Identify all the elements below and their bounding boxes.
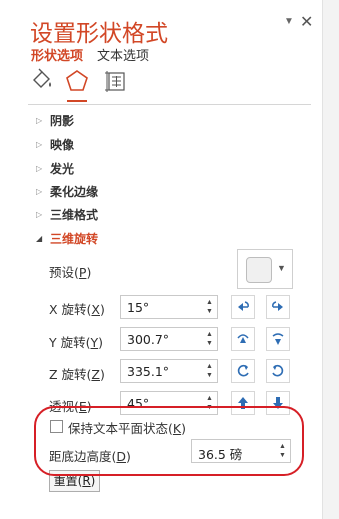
section-label: 柔化边缘 [50, 184, 99, 199]
format-shape-pane: 设置形状格式 ▼ ✕ 形状选项 文本选项 ▷ 阴影 ▷ 映像 ▷ 发光 ▷ 柔化… [0, 0, 322, 519]
expand-arrow-icon: ▷ [36, 139, 43, 149]
rotate-right-button[interactable] [266, 295, 290, 319]
rotate-down-icon [272, 333, 284, 345]
spin-arrows-icon[interactable]: ▲ ▼ [205, 362, 214, 380]
tab-text-options[interactable]: 文本选项 [97, 45, 149, 64]
vertical-scrollbar[interactable] [322, 0, 339, 519]
tab-divider [28, 104, 311, 105]
effects-icon[interactable] [64, 68, 90, 102]
section-label: 发光 [50, 161, 75, 176]
rotate-counterclockwise-icon [237, 364, 249, 377]
close-icon[interactable]: ✕ [300, 12, 313, 32]
pane-options-dropdown[interactable]: ▼ [284, 16, 294, 27]
rotate-clockwise-button[interactable] [266, 359, 290, 383]
rotate-down-button[interactable] [266, 327, 290, 351]
expand-arrow-icon: ▷ [36, 163, 43, 173]
rotate-left-icon [238, 301, 249, 311]
fill-line-icon[interactable] [29, 68, 55, 96]
y-rotation-input[interactable]: 300.7° ▲ ▼ [120, 327, 218, 351]
section-label: 映像 [50, 137, 75, 152]
z-rotation-input[interactable]: 335.1° ▲ ▼ [120, 359, 218, 383]
tab-shape-options[interactable]: 形状选项 [31, 45, 83, 64]
preset-swatch [246, 257, 272, 283]
section-glow[interactable]: ▷ 发光 [36, 158, 74, 178]
expand-arrow-icon: ▷ [36, 186, 43, 196]
collapse-arrow-icon: ◢ [36, 233, 43, 243]
y-rotation-label: Y 旋转(Y) [49, 335, 104, 350]
chevron-down-icon: ▼ [277, 263, 286, 273]
rotate-right-icon [272, 301, 283, 311]
rotate-counterclockwise-button[interactable] [231, 359, 255, 383]
preset-label: 预设(P) [49, 265, 92, 280]
rotate-up-icon [237, 334, 249, 343]
size-properties-icon[interactable] [103, 68, 129, 96]
highlight-annotation [34, 406, 304, 476]
expand-arrow-icon: ▷ [36, 209, 43, 219]
section-3d-rotation[interactable]: ◢ 三维旋转 [36, 228, 98, 248]
preset-dropdown[interactable]: ▼ [237, 249, 293, 289]
section-label: 三维旋转 [50, 231, 99, 246]
pane-title: 设置形状格式 [30, 21, 168, 47]
x-rotation-label: X 旋转(X) [49, 302, 105, 317]
rotate-left-button[interactable] [231, 295, 255, 319]
spin-arrows-icon[interactable]: ▲ ▼ [205, 330, 214, 348]
section-label: 三维格式 [50, 207, 99, 222]
section-3d-format[interactable]: ▷ 三维格式 [36, 204, 98, 224]
section-soft-edges[interactable]: ▷ 柔化边缘 [36, 181, 98, 201]
expand-arrow-icon: ▷ [36, 115, 43, 125]
section-shadow[interactable]: ▷ 阴影 [36, 110, 74, 130]
x-rotation-input[interactable]: 15° ▲ ▼ [120, 295, 218, 319]
rotate-clockwise-icon [272, 364, 284, 377]
z-rotation-label: Z 旋转(Z) [49, 367, 105, 382]
section-reflection[interactable]: ▷ 映像 [36, 134, 74, 154]
section-label: 阴影 [50, 113, 75, 128]
rotate-up-button[interactable] [231, 327, 255, 351]
spin-arrows-icon[interactable]: ▲ ▼ [205, 298, 214, 316]
